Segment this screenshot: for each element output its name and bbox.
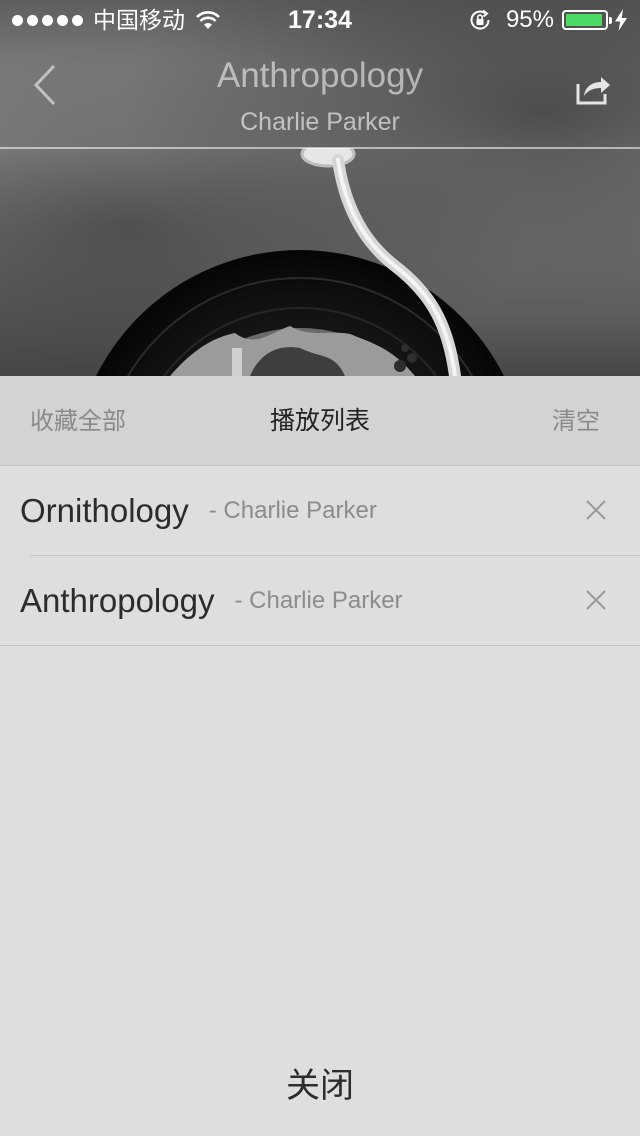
rotation-lock-icon [470,9,490,30]
track-name: Ornithology [20,491,189,529]
track-artist: - Charlie Parker [208,496,377,524]
share-button[interactable] [574,70,612,106]
track-info: Ornithology - Charlie Parker [20,466,377,555]
playlist-title: 播放列表 [269,406,370,435]
needle-clip [232,348,242,376]
record-label-detail [407,353,417,363]
tonearm-pivot [300,148,356,168]
track-name: Anthropology [20,581,215,619]
track-row[interactable]: Ornithology - Charlie Parker [0,466,640,556]
status-bar: 中国移动 17:34 95% [0,0,640,40]
track-row[interactable]: Anthropology - Charlie Parker [0,556,640,646]
track-list: Ornithology - Charlie Parker Anthropolog… [0,466,640,646]
battery-fill [566,14,603,26]
song-title: Anthropology [216,56,424,95]
clear-button[interactable]: 清空 [552,405,600,437]
track-info: Anthropology - Charlie Parker [20,556,403,645]
close-icon [586,590,606,610]
now-playing-header: Anthropology Charlie Parker [0,40,640,148]
battery-percentage: 95% [505,6,554,33]
remove-track-button[interactable] [585,499,607,521]
charging-bolt-icon [615,9,627,31]
row-divider [0,645,640,646]
track-artist: - Charlie Parker [234,586,403,614]
remove-track-button[interactable] [585,589,607,611]
playlist-sheet: 收藏全部 播放列表 清空 Ornithology - Charlie Parke… [0,376,640,1136]
close-button[interactable]: 关闭 [0,1062,640,1110]
song-artist: Charlie Parker [240,108,400,136]
close-icon [586,500,606,520]
status-right: 95% [468,6,628,34]
battery-icon [562,10,612,30]
record-label-detail [394,360,406,372]
playlist-header: 收藏全部 播放列表 清空 [0,376,640,466]
record-label-detail [401,344,409,352]
album-art [96,148,504,376]
header-divider [0,147,640,149]
